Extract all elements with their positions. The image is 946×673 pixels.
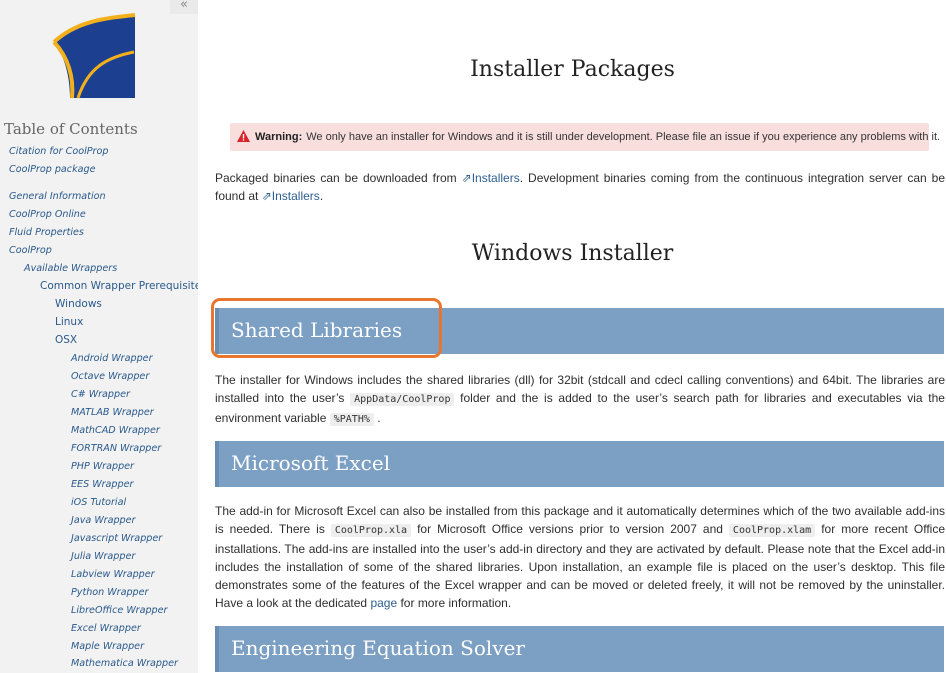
external-link-icon: ⇗ xyxy=(261,189,272,203)
intro-paragraph: Packaged binaries can be downloaded from… xyxy=(215,169,945,205)
toc-item-csharp-wrapper[interactable]: C# Wrapper xyxy=(71,389,130,400)
toc-item-maple-wrapper[interactable]: Maple Wrapper xyxy=(71,641,144,652)
toc-item-general-information[interactable]: General Information xyxy=(9,191,106,202)
toc-item-java-wrapper[interactable]: Java Wrapper xyxy=(71,515,135,526)
shared-libraries-heading: Shared Libraries xyxy=(215,308,944,354)
warning-admonition: Warning: We only have an installer for Wi… xyxy=(230,123,940,151)
toc-item-labview-wrapper[interactable]: Labview Wrapper xyxy=(71,569,155,580)
toc-item-citation[interactable]: Citation for CoolProp xyxy=(9,146,108,157)
toc-item-python-wrapper[interactable]: Python Wrapper xyxy=(71,587,148,598)
toc-item-coolprop[interactable]: CoolProp xyxy=(9,245,52,256)
shared-libraries-paragraph: The installer for Windows includes the s… xyxy=(215,371,945,429)
toc-item-julia-wrapper[interactable]: Julia Wrapper xyxy=(71,551,135,562)
ees-heading: Engineering Equation Solver xyxy=(215,626,944,672)
installers-link-1[interactable]: ⇗Installers xyxy=(462,171,520,185)
toc-item-android-wrapper[interactable]: Android Wrapper xyxy=(71,353,153,364)
excel-text-2: for Microsoft Office versions prior to v… xyxy=(411,522,729,536)
page-link[interactable]: page xyxy=(370,596,397,610)
toc-item-coolprop-online[interactable]: CoolProp Online xyxy=(9,209,86,220)
ees-heading-text: Engineering Equation Solver xyxy=(231,636,525,660)
toc-item-matlab-wrapper[interactable]: MATLAB Wrapper xyxy=(71,407,154,418)
code-appdata-coolprop: AppData/CoolProp xyxy=(350,393,455,406)
code-path: %PATH% xyxy=(329,413,374,426)
toc-item-mathcad-wrapper[interactable]: MathCAD Wrapper xyxy=(71,425,160,436)
toc-item-javascript-wrapper[interactable]: Javascript Wrapper xyxy=(71,533,162,544)
installers-link-2[interactable]: ⇗Installers xyxy=(262,189,320,203)
toc-item-linux[interactable]: Linux xyxy=(55,316,83,328)
intro-text-3: . xyxy=(319,189,324,203)
shared-text-3: . xyxy=(373,411,381,425)
warning-triangle-icon xyxy=(237,130,250,142)
sidebar: « Table of Contents Citation for CoolPro… xyxy=(0,0,198,673)
toc-item-osx[interactable]: OSX xyxy=(55,334,77,346)
toc-item-mathematica-wrapper[interactable]: Mathematica Wrapper xyxy=(71,658,178,669)
installers-link-1-label: Installers xyxy=(471,171,520,185)
toc-item-excel-wrapper[interactable]: Excel Wrapper xyxy=(71,623,141,634)
toc-item-ios-tutorial[interactable]: iOS Tutorial xyxy=(71,497,126,508)
toc-item-coolprop-package[interactable]: CoolProp package xyxy=(9,164,96,175)
toc-item-ees-wrapper[interactable]: EES Wrapper xyxy=(71,479,133,490)
microsoft-excel-paragraph: The add-in for Microsoft Excel can also … xyxy=(215,502,945,612)
installers-link-2-label: Installers xyxy=(271,189,320,203)
code-coolprop-xlam: CoolProp.xlam xyxy=(728,524,816,537)
page-title: Installer Packages xyxy=(470,57,675,82)
toc-item-libreoffice-wrapper[interactable]: LibreOffice Wrapper xyxy=(71,605,167,616)
main-content: Installer Packages Warning: We only have … xyxy=(199,0,946,673)
microsoft-excel-heading-text: Microsoft Excel xyxy=(231,451,391,475)
toc-title: Table of Contents xyxy=(4,120,138,138)
microsoft-excel-heading: Microsoft Excel xyxy=(215,441,944,487)
warning-label: Warning: xyxy=(255,131,303,143)
shared-libraries-heading-text: Shared Libraries xyxy=(231,318,403,342)
toc-item-available-wrappers[interactable]: Available Wrappers xyxy=(24,263,117,274)
section-title-windows-installer: Windows Installer xyxy=(471,241,674,266)
toc-item-fortran-wrapper[interactable]: FORTRAN Wrapper xyxy=(71,443,161,454)
toc-item-common-wrapper-prerequisites[interactable]: Common Wrapper Prerequisites xyxy=(40,280,198,292)
collapse-sidebar-button[interactable]: « xyxy=(170,0,198,14)
excel-text-4: for more information. xyxy=(397,596,512,610)
toc-item-octave-wrapper[interactable]: Octave Wrapper xyxy=(71,371,149,382)
coolprop-logo xyxy=(52,13,136,99)
intro-text-1: Packaged binaries can be downloaded from xyxy=(215,171,462,185)
toc-item-windows[interactable]: Windows xyxy=(55,298,102,310)
toc-item-php-wrapper[interactable]: PHP Wrapper xyxy=(71,461,134,472)
warning-text: We only have an installer for Windows an… xyxy=(306,131,941,143)
code-coolprop-xla: CoolProp.xla xyxy=(330,524,412,537)
external-link-icon: ⇗ xyxy=(461,171,472,185)
toc-item-fluid-properties[interactable]: Fluid Properties xyxy=(9,227,84,238)
